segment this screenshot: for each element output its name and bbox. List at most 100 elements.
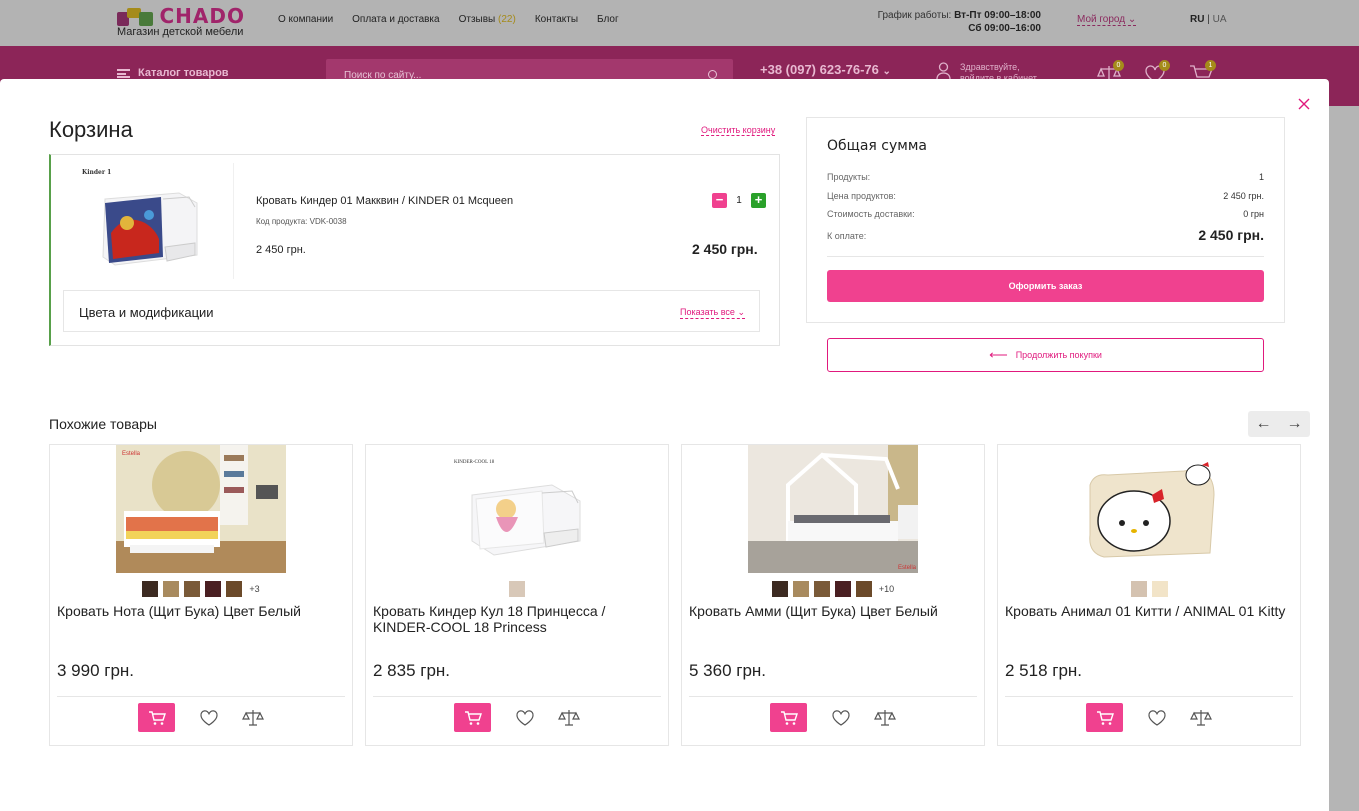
continue-shopping-label: Продолжить покупки <box>1015 350 1102 360</box>
lang-alt[interactable]: UA <box>1213 14 1227 25</box>
nav-reviews[interactable]: Отзывы (22) <box>459 14 516 25</box>
summary-title: Общая сумма <box>827 138 927 154</box>
summary-value: 1 <box>1258 172 1264 182</box>
add-to-cart-button[interactable] <box>1086 703 1123 732</box>
nav-reviews-label: Отзывы <box>458 14 496 25</box>
cart-icon <box>148 710 166 725</box>
heart-icon[interactable] <box>198 708 220 728</box>
city-label: Мой город <box>1077 14 1126 25</box>
site-top-bar: CHADO Магазин детской мебели О компании … <box>0 0 1359 46</box>
add-to-cart-button[interactable] <box>138 703 175 732</box>
product-name[interactable]: Кровать Амми (Щит Бука) Цвет Белый <box>689 603 979 619</box>
cart-icon <box>780 710 798 725</box>
color-swatch[interactable] <box>792 581 809 597</box>
logo-icon <box>117 6 155 26</box>
heart-icon[interactable] <box>514 708 536 728</box>
search-icon[interactable] <box>708 70 717 79</box>
compare-icon[interactable] <box>242 708 264 728</box>
menu-icon <box>117 68 130 78</box>
product-image[interactable]: Estella <box>748 445 918 573</box>
color-swatch[interactable] <box>184 581 201 597</box>
more-colors[interactable]: +3 <box>249 584 259 594</box>
cart-icon <box>464 710 482 725</box>
cart-item-code: Код продукта: VDK-0038 <box>256 217 347 226</box>
cart-count: 1 <box>1205 60 1216 71</box>
work-hours: График работы: Вт-Пт 09:00–18:00 Сб 09:0… <box>868 9 1041 35</box>
product-name[interactable]: Кровать Нота (Щит Бука) Цвет Белый <box>57 603 347 619</box>
cart-item-image[interactable]: Kinder 1 <box>69 163 234 279</box>
summary-row-total: К оплате: 2 450 грн. <box>827 227 1264 243</box>
color-swatch[interactable] <box>1130 581 1147 597</box>
brand-mark-icon: Estella <box>898 565 917 571</box>
checkout-button[interactable]: Оформить заказ <box>827 270 1264 302</box>
compare-icon[interactable] <box>874 708 896 728</box>
arrow-left-icon: ⟵ <box>989 347 1008 362</box>
hours-label: График работы: <box>877 10 952 21</box>
color-swatch[interactable] <box>813 581 830 597</box>
color-swatch[interactable] <box>834 581 851 597</box>
product-price: 3 990 грн. <box>57 661 135 680</box>
summary-value: 0 грн <box>1243 209 1264 219</box>
color-swatch[interactable] <box>142 581 159 597</box>
heart-icon[interactable] <box>1146 708 1168 728</box>
product-card[interactable]: Estella +3 Кровать Нота (Щит Бука) Цвет … <box>49 444 353 746</box>
nav-about[interactable]: О компании <box>278 14 333 25</box>
qty-decrease-button[interactable]: − <box>712 193 727 208</box>
nav-contacts[interactable]: Контакты <box>535 14 578 25</box>
brand-mark-icon: Estella <box>122 451 141 457</box>
language-switcher[interactable]: RU | UA <box>1190 14 1227 25</box>
close-icon[interactable] <box>1296 96 1312 112</box>
lang-active[interactable]: RU <box>1190 14 1204 25</box>
summary-value: 2 450 грн. <box>1223 191 1264 201</box>
catalog-label: Каталог товаров <box>138 67 229 79</box>
phone-number[interactable]: +38 (097) 623-76-76 ⌄ <box>760 62 891 77</box>
nav-payment[interactable]: Оплата и доставка <box>352 14 439 25</box>
product-image[interactable]: Estella <box>116 445 286 573</box>
heart-icon[interactable] <box>830 708 852 728</box>
catalog-button[interactable]: Каталог товаров <box>117 67 229 79</box>
card-divider <box>373 696 661 697</box>
product-card[interactable]: KINDER-COOL 18 Кровать Киндер Кул 18 При… <box>365 444 669 746</box>
compare-icon[interactable] <box>558 708 580 728</box>
qty-increase-button[interactable]: + <box>751 193 766 208</box>
more-colors[interactable]: +10 <box>879 584 894 594</box>
color-swatch[interactable] <box>509 581 525 597</box>
color-swatch[interactable] <box>226 581 243 597</box>
cart-item-image-label: Kinder 1 <box>82 169 112 176</box>
cart-item-name[interactable]: Кровать Киндер 01 Макквин / KINDER 01 Mc… <box>256 195 513 207</box>
product-price: 5 360 грн. <box>689 661 767 680</box>
product-card[interactable]: Кровать Анимал 01 Китти / ANIMAL 01 Kitt… <box>997 444 1301 746</box>
compare-icon[interactable] <box>1190 708 1212 728</box>
summary-row-price: Цена продуктов: 2 450 грн. <box>827 191 1264 201</box>
wishlist-count: 0 <box>1159 60 1170 71</box>
continue-shopping-button[interactable]: ⟵ Продолжить покупки <box>827 338 1264 372</box>
city-selector[interactable]: Мой город ⌄ <box>1077 14 1137 26</box>
product-name[interactable]: Кровать Анимал 01 Китти / ANIMAL 01 Kitt… <box>1005 603 1295 619</box>
add-to-cart-button[interactable] <box>770 703 807 732</box>
arrow-left-icon[interactable]: ← <box>1248 411 1279 437</box>
add-to-cart-button[interactable] <box>454 703 491 732</box>
arrow-right-icon[interactable]: → <box>1279 411 1310 437</box>
color-swatches: +10 <box>682 581 984 597</box>
site-logo[interactable]: CHADO Магазин детской мебели <box>117 4 245 38</box>
cart-icon <box>1096 710 1114 725</box>
color-swatch[interactable] <box>205 581 222 597</box>
summary-label: Стоимость доставки: <box>827 209 915 219</box>
product-name[interactable]: Кровать Киндер Кул 18 Принцесса / KINDER… <box>373 603 663 635</box>
product-card[interactable]: Estella +10 Кровать Амми (Щит Бука) Цвет… <box>681 444 985 746</box>
product-actions <box>138 703 264 732</box>
color-swatch[interactable] <box>1151 581 1168 597</box>
summary-total-value: 2 450 грн. <box>1198 227 1264 243</box>
color-swatch[interactable] <box>855 581 872 597</box>
show-all-link[interactable]: Показать все ⌄ <box>679 307 745 319</box>
product-image[interactable]: KINDER-COOL 18 <box>432 445 602 573</box>
product-actions <box>770 703 896 732</box>
summary-divider <box>827 256 1264 257</box>
product-image[interactable] <box>1064 445 1234 573</box>
color-swatch[interactable] <box>771 581 788 597</box>
clear-cart-link[interactable]: Очистить корзину <box>701 125 776 136</box>
modifications-title: Цвета и модификации <box>79 305 214 320</box>
qty-value[interactable]: 1 <box>732 195 746 206</box>
nav-blog[interactable]: Блог <box>597 14 619 25</box>
color-swatch[interactable] <box>163 581 180 597</box>
